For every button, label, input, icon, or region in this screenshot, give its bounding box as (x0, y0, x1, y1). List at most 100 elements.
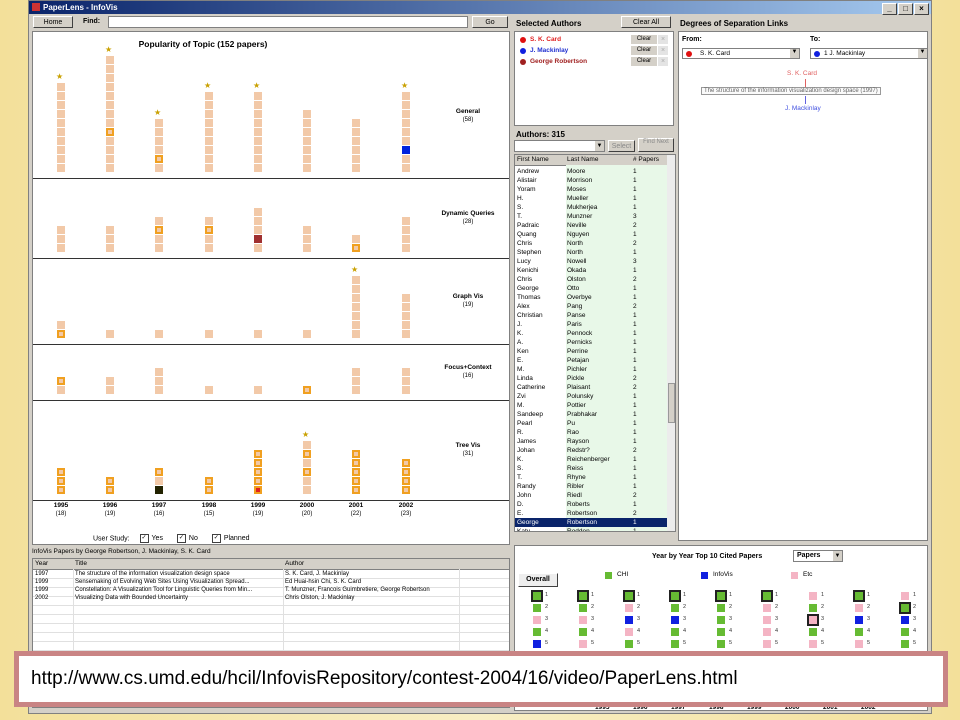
paper-cell[interactable] (402, 468, 410, 476)
paper-cell[interactable] (155, 368, 163, 376)
table-row[interactable]: T. Munzner 3 (515, 212, 667, 221)
paper-cell[interactable] (303, 477, 311, 485)
table-row[interactable]: T. Rhyne 1 (515, 473, 667, 482)
find-input[interactable] (108, 16, 468, 28)
paper-cell[interactable] (106, 83, 114, 91)
cited-paper-cell[interactable] (579, 640, 587, 648)
paper-cell[interactable] (402, 137, 410, 145)
paper-cell[interactable] (303, 441, 311, 449)
cited-paper-cell[interactable] (901, 640, 909, 648)
selected-author-name[interactable]: S. K. Card (530, 36, 561, 43)
table-row[interactable]: D. Roberts 1 (515, 500, 667, 509)
table-row[interactable]: R. Rao 1 (515, 428, 667, 437)
paper-cell[interactable] (57, 330, 65, 338)
topic-label[interactable]: Graph Vis (19) (433, 293, 503, 309)
paper-cell[interactable] (352, 235, 360, 243)
clear-author-button[interactable]: Clear (631, 35, 657, 44)
paper-cell[interactable] (402, 226, 410, 234)
paper-cell[interactable] (106, 101, 114, 109)
table-row[interactable]: Sandeep Prabhakar 1 (515, 410, 667, 419)
cited-paper-cell[interactable] (855, 616, 863, 624)
table-row[interactable]: K. Reichenberger 1 (515, 455, 667, 464)
table-row[interactable]: George Robertson 1 (515, 518, 667, 527)
from-select[interactable]: S. K. Card ▼ (682, 48, 800, 59)
paper-cell[interactable] (205, 217, 213, 225)
paper-cell[interactable] (57, 92, 65, 100)
paper-cell[interactable] (402, 330, 410, 338)
cited-paper-cell[interactable] (899, 602, 911, 614)
paper-cell[interactable] (352, 459, 360, 467)
cited-paper-cell[interactable] (809, 592, 817, 600)
topic-label[interactable]: Dynamic Queries (28) (433, 210, 503, 226)
table-row[interactable]: Quang Nguyen 1 (515, 230, 667, 239)
cited-paper-cell[interactable] (671, 616, 679, 624)
cited-paper-cell[interactable] (763, 604, 771, 612)
paper-cell[interactable] (303, 155, 311, 163)
paper-cell[interactable] (106, 137, 114, 145)
paper-cell[interactable] (254, 235, 262, 243)
column-header[interactable]: Year (35, 560, 48, 567)
table-row[interactable]: S. Mukherjea 1 (515, 203, 667, 212)
paper-cell[interactable] (303, 330, 311, 338)
paper-cell[interactable] (57, 244, 65, 252)
paper-cell[interactable] (155, 119, 163, 127)
paper-cell[interactable] (155, 486, 163, 494)
paper-cell[interactable] (254, 119, 262, 127)
paper-cell[interactable] (57, 468, 65, 476)
paper-cell[interactable] (155, 244, 163, 252)
paper-cell[interactable] (205, 235, 213, 243)
paper-cell[interactable] (254, 386, 262, 394)
table-row[interactable]: 1999 Constellation: A Visualization Tool … (33, 586, 509, 594)
paper-cell[interactable] (303, 146, 311, 154)
paper-cell[interactable] (402, 321, 410, 329)
paper-cell[interactable] (205, 128, 213, 136)
paper-cell[interactable] (57, 128, 65, 136)
column-header[interactable]: # Papers (633, 156, 659, 163)
yes-option[interactable]: ✓ Yes (139, 534, 163, 543)
paper-cell[interactable] (106, 377, 114, 385)
column-header[interactable]: First Name (517, 156, 549, 163)
cited-paper-cell[interactable] (533, 604, 541, 612)
paper-cell[interactable] (205, 110, 213, 118)
chevron-down-icon[interactable]: ▼ (918, 49, 927, 58)
table-row[interactable]: Zvi Polunsky 1 (515, 392, 667, 401)
paper-cell[interactable] (205, 155, 213, 163)
close-icon[interactable]: × (658, 46, 668, 55)
paper-cell[interactable] (106, 386, 114, 394)
cited-paper-cell[interactable] (717, 640, 725, 648)
paper-cell[interactable] (205, 101, 213, 109)
paper-cell[interactable] (254, 226, 262, 234)
paper-cell[interactable] (352, 303, 360, 311)
paper-cell[interactable] (303, 128, 311, 136)
paper-cell[interactable] (352, 377, 360, 385)
table-row[interactable]: Chris North 2 (515, 239, 667, 248)
paper-cell[interactable] (155, 377, 163, 385)
paper-cell[interactable] (254, 450, 262, 458)
planned-option[interactable]: ✓ Planned (211, 534, 250, 543)
paper-cell[interactable] (57, 321, 65, 329)
cited-paper-cell[interactable] (623, 590, 635, 602)
paper-cell[interactable] (57, 119, 65, 127)
table-row[interactable]: E. Robertson 2 (515, 509, 667, 518)
paper-cell[interactable] (402, 235, 410, 243)
paper-cell[interactable] (352, 477, 360, 485)
planned-checkbox[interactable]: ✓ (211, 534, 221, 543)
paper-cell[interactable] (303, 110, 311, 118)
paper-cell[interactable] (352, 321, 360, 329)
paper-cell[interactable] (402, 377, 410, 385)
table-row[interactable]: Chris Olston 2 (515, 275, 667, 284)
paper-cell[interactable] (106, 244, 114, 252)
paper-cell[interactable] (254, 146, 262, 154)
paper-cell[interactable] (205, 146, 213, 154)
cited-paper-cell[interactable] (671, 604, 679, 612)
paper-cell[interactable] (254, 155, 262, 163)
table-row[interactable]: E. Petajan 1 (515, 356, 667, 365)
paper-cell[interactable] (155, 217, 163, 225)
cited-paper-cell[interactable] (853, 590, 865, 602)
paper-cell[interactable] (254, 164, 262, 172)
paper-cell[interactable] (155, 137, 163, 145)
paper-cell[interactable] (205, 119, 213, 127)
paper-cell[interactable] (352, 128, 360, 136)
paper-cell[interactable] (254, 128, 262, 136)
paper-cell[interactable] (106, 235, 114, 243)
